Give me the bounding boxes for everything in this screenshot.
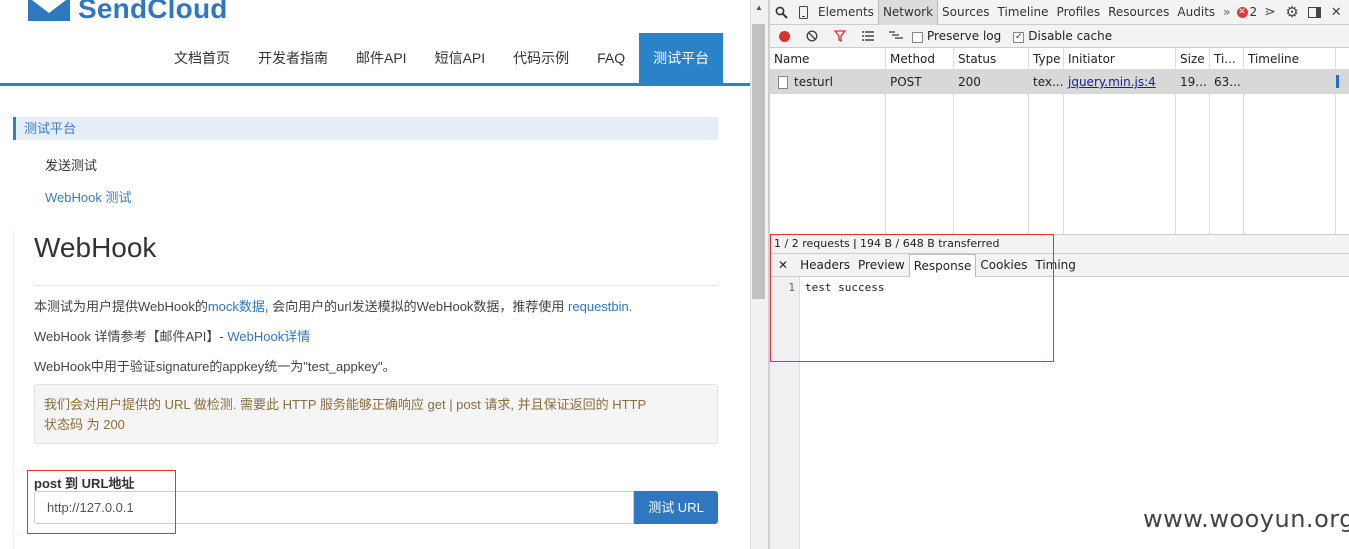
mock-data-link[interactable]: mock数据: [208, 299, 265, 314]
tab-timeline[interactable]: Timeline: [994, 0, 1053, 25]
disable-cache-option[interactable]: ✓ Disable cache: [1013, 29, 1112, 43]
nav-faq[interactable]: FAQ: [583, 33, 639, 83]
detail-text: WebHook 详情参考【邮件API】-: [34, 329, 228, 344]
device-mode-icon[interactable]: [792, 0, 814, 25]
list-view-icon[interactable]: [854, 25, 882, 48]
tab-sources[interactable]: Sources: [938, 0, 993, 25]
settings-gear-icon[interactable]: ⚙: [1281, 0, 1303, 25]
alert-line-2: 状态码 为 200: [44, 417, 125, 432]
detail-paragraph: WebHook 详情参考【邮件API】- WebHook详情: [34, 326, 310, 345]
intro-text-b: , 会向用户的url发送模拟的WebHook数据，推荐使用: [264, 299, 569, 314]
request-name-cell: testurl: [774, 70, 886, 94]
error-icon: ✕: [1236, 6, 1248, 18]
clear-icon[interactable]: [798, 25, 826, 48]
disable-cache-label: Disable cache: [1028, 29, 1113, 43]
dock-side-icon[interactable]: [1303, 0, 1325, 25]
tab-audits[interactable]: Audits: [1173, 0, 1219, 25]
network-toolbar: Preserve log ✓ Disable cache: [770, 25, 1349, 48]
nav-test-platform[interactable]: 测试平台: [639, 33, 724, 83]
request-row[interactable]: testurl POST 200 tex... jquery.min.js:4 …: [770, 70, 1349, 94]
scrollbar-thumb[interactable]: [752, 24, 765, 299]
nav-developer-guide[interactable]: 开发者指南: [244, 33, 342, 83]
requestbin-link[interactable]: requestbin: [568, 299, 629, 314]
logo-mark-icon: [28, 0, 70, 21]
nav-sms-api[interactable]: 短信API: [421, 33, 500, 83]
request-method: POST: [890, 75, 922, 89]
preserve-log-label: Preserve log: [927, 29, 1002, 43]
tab-profiles[interactable]: Profiles: [1053, 0, 1105, 25]
overview-icon[interactable]: [882, 25, 910, 48]
main-nav: 文档首页 开发者指南 邮件API 短信API 代码示例 FAQ 测试平台: [160, 33, 724, 83]
alert-line-1: 我们会对用户提供的 URL 做检测. 需要此 HTTP 服务能够正确响应 get…: [44, 397, 647, 412]
highlight-url-box: [27, 470, 176, 534]
col-timeline[interactable]: Timeline: [1244, 48, 1336, 70]
nav-code-samples[interactable]: 代码示例: [499, 33, 583, 83]
request-status: 200: [958, 75, 981, 89]
devtools-panel: Elements Network Sources Timeline Profil…: [770, 0, 1349, 549]
page-title: WebHook: [34, 232, 157, 263]
request-size: 19...: [1180, 75, 1207, 89]
request-name: testurl: [794, 75, 833, 89]
scroll-up-arrow-icon[interactable]: ▲: [750, 0, 768, 16]
highlight-response-box: [770, 234, 1054, 362]
preserve-log-checkbox[interactable]: [912, 31, 923, 43]
nav-docs-home[interactable]: 文档首页: [160, 33, 244, 83]
preserve-log-option[interactable]: Preserve log: [912, 29, 1001, 43]
filter-icon[interactable]: [826, 25, 854, 48]
col-initiator[interactable]: Initiator: [1064, 48, 1176, 70]
disable-cache-checkbox[interactable]: ✓: [1013, 31, 1025, 43]
col-status[interactable]: Status: [954, 48, 1029, 70]
intro-text-c: .: [628, 299, 633, 314]
col-size[interactable]: Size: [1176, 48, 1210, 70]
timeline-bar: [1336, 70, 1342, 94]
console-drawer-icon[interactable]: ⋗: [1259, 0, 1281, 25]
logo-text: SendCloud: [78, 0, 228, 24]
request-time: 63...: [1214, 75, 1241, 89]
sendcloud-logo[interactable]: SendCloud: [28, 0, 228, 24]
inspect-search-icon[interactable]: [770, 0, 792, 25]
request-type: tex...: [1033, 75, 1064, 89]
more-tabs-button[interactable]: »: [1219, 0, 1234, 25]
sidebar-item-send-test[interactable]: 发送测试: [45, 155, 97, 174]
error-counter[interactable]: ✕ 2: [1235, 0, 1260, 25]
intro-text-a: 本测试为用户提供WebHook的: [34, 299, 208, 314]
intro-paragraph: 本测试为用户提供WebHook的mock数据, 会向用户的url发送模拟的Web…: [34, 296, 632, 315]
appkey-paragraph: WebHook中用于验证signature的appkey统一为"test_app…: [34, 359, 396, 374]
col-method[interactable]: Method: [886, 48, 954, 70]
col-time[interactable]: Ti...: [1210, 48, 1244, 70]
sidebar-header[interactable]: 测试平台: [13, 117, 718, 140]
close-devtools-icon[interactable]: ✕: [1325, 0, 1347, 25]
tab-network[interactable]: Network: [877, 0, 939, 25]
record-icon[interactable]: [770, 25, 798, 48]
document-icon: [778, 75, 788, 89]
nav-mail-api[interactable]: 邮件API: [342, 33, 421, 83]
tab-resources[interactable]: Resources: [1104, 0, 1173, 25]
sidebar-item-webhook-test[interactable]: WebHook 测试: [45, 187, 131, 206]
title-divider: [34, 285, 718, 286]
watermark: www.wooyun.org: [1143, 505, 1349, 533]
nav-underline: [0, 83, 750, 86]
webpage-panel: SendCloud 文档首页 开发者指南 邮件API 短信API 代码示例 FA…: [0, 0, 750, 549]
test-url-button[interactable]: 测试 URL: [634, 491, 718, 524]
tab-elements[interactable]: Elements: [814, 0, 878, 25]
col-name[interactable]: Name: [770, 48, 886, 70]
error-count: 2: [1249, 4, 1258, 19]
devtools-tabbar: Elements Network Sources Timeline Profil…: [770, 0, 1349, 25]
request-initiator-link[interactable]: jquery.min.js:4: [1064, 70, 1176, 94]
url-check-alert: 我们会对用户提供的 URL 做检测. 需要此 HTTP 服务能够正确响应 get…: [34, 384, 718, 444]
webhook-detail-link[interactable]: WebHook详情: [227, 329, 310, 344]
request-table-header: Name Method Status Type Initiator Size T…: [770, 48, 1349, 70]
col-type[interactable]: Type: [1029, 48, 1064, 70]
